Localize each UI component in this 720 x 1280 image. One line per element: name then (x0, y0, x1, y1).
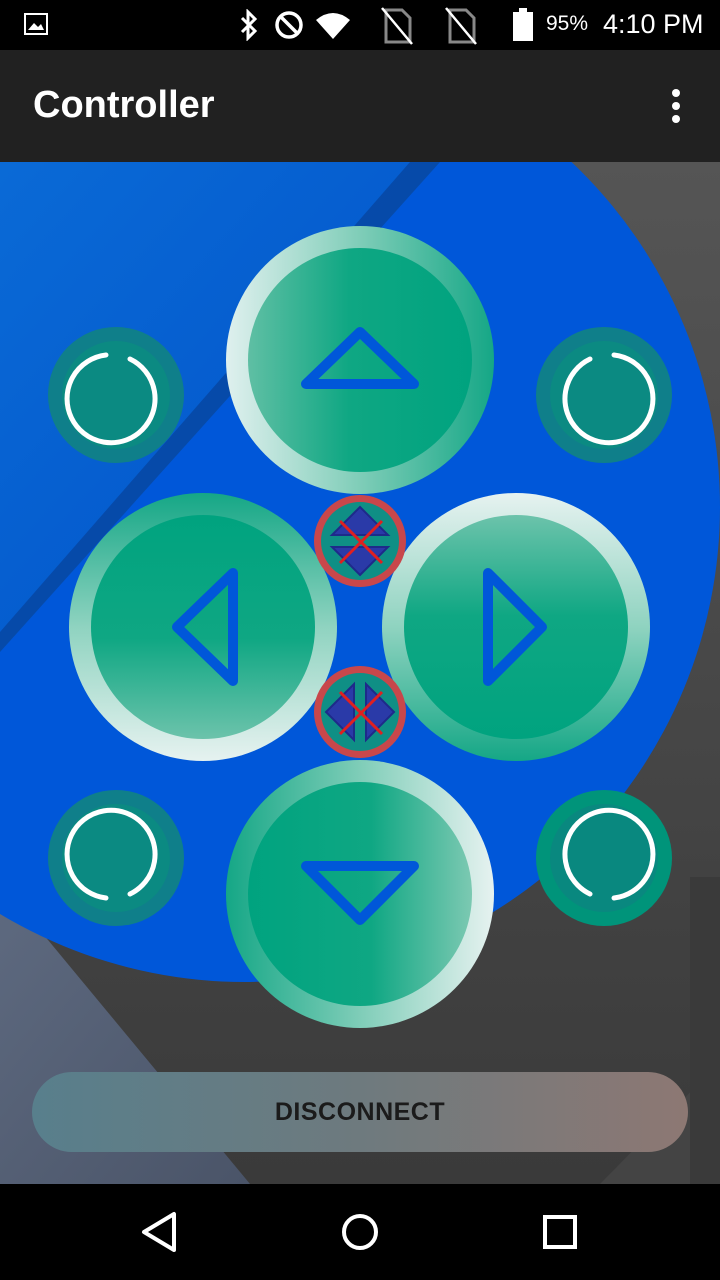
horizontal-stop-button[interactable] (312, 664, 408, 760)
do-not-disturb-icon (275, 11, 303, 39)
battery-icon (513, 8, 533, 41)
forward-button[interactable] (226, 226, 494, 494)
controller-screen: 95% 4:10 PM Controller DISCONNECT (0, 0, 720, 1280)
left-button[interactable] (69, 493, 337, 761)
right-button[interactable] (382, 493, 650, 761)
image-notification-icon (24, 13, 48, 35)
battery-percentage: 95% (546, 12, 589, 35)
rotate-up-left-button[interactable] (48, 327, 184, 463)
rotate-up-right-button[interactable] (536, 327, 672, 463)
no-sim-icon (445, 7, 477, 45)
wifi-icon (316, 13, 350, 39)
disconnect-label: DISCONNECT (274, 1097, 446, 1126)
status-bar: 95% 4:10 PM (0, 0, 720, 50)
back-icon[interactable] (130, 1202, 190, 1262)
navigation-bar (0, 1184, 720, 1280)
backward-button[interactable] (226, 760, 494, 1028)
controller-pad: DISCONNECT (0, 162, 720, 1184)
more-vert-icon[interactable] (656, 84, 696, 128)
vertical-stop-button[interactable] (312, 493, 408, 589)
rotate-down-right-button[interactable] (536, 790, 672, 926)
bluetooth-icon (240, 9, 258, 41)
recents-icon[interactable] (530, 1202, 590, 1262)
app-bar: Controller (0, 50, 720, 162)
no-sim-icon (381, 7, 413, 45)
page-title: Controller (33, 84, 215, 126)
disconnect-button[interactable]: DISCONNECT (32, 1072, 688, 1152)
home-icon[interactable] (330, 1202, 390, 1262)
rotate-down-left-button[interactable] (48, 790, 184, 926)
clock: 4:10 PM (603, 9, 704, 39)
